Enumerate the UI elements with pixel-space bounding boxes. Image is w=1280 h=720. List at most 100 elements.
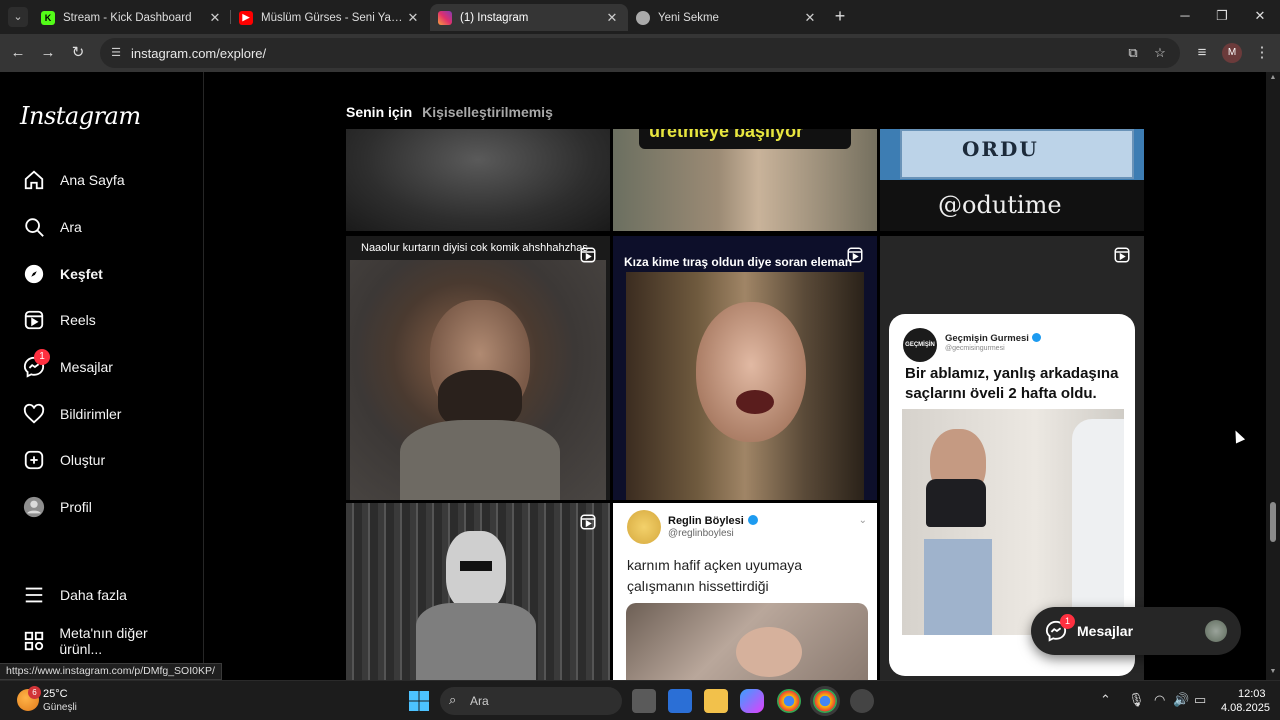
sidebar-item-more[interactable]: Daha fazla: [12, 575, 192, 615]
close-icon[interactable]: ✕: [405, 10, 421, 26]
microphone-icon[interactable]: 🎙: [1128, 692, 1145, 708]
sidebar-item-meta[interactable]: Meta'nın diğer ürünl...: [12, 621, 192, 661]
store-icon[interactable]: [668, 689, 692, 713]
tab-title: Yeni Sekme: [658, 11, 719, 24]
tab-new[interactable]: Yeni Sekme ✕: [628, 4, 826, 31]
task-view-icon[interactable]: [632, 689, 656, 713]
tab-search-button[interactable]: ⌄: [8, 7, 28, 27]
explore-post[interactable]: ORDU @odutime: [880, 129, 1144, 231]
explore-post[interactable]: [346, 129, 610, 231]
reels-icon: [16, 308, 52, 332]
heart-icon: [16, 402, 52, 426]
minimize-button[interactable]: ─: [1170, 6, 1200, 26]
reels-icon: [847, 247, 863, 263]
explore-main: Senin için Kişiselleştirilmemiş üretmeye…: [205, 72, 1266, 680]
address-bar[interactable]: ☰ instagram.com/explore/ ⧉ ☆: [100, 38, 1180, 68]
sidebar-item-label: Ana Sayfa: [60, 172, 125, 188]
explore-tabs: Senin için Kişiselleştirilmemiş: [346, 104, 553, 120]
instagram-logo[interactable]: Instagram: [20, 102, 141, 130]
messenger-icon: 1: [1045, 614, 1075, 642]
forward-button[interactable]: →: [38, 43, 58, 63]
overlay-caption: üretmeye başlıyor: [649, 129, 804, 141]
plus-square-icon: [16, 448, 52, 472]
volume-icon[interactable]: 🔊: [1173, 692, 1189, 708]
reload-button[interactable]: ↻: [68, 43, 88, 63]
windows-start-icon[interactable]: [407, 689, 431, 713]
sidebar-item-label: Keşfet: [60, 266, 103, 282]
sidebar-item-messages[interactable]: 1 Mesajlar: [12, 347, 192, 387]
chrome-icon: [636, 10, 650, 25]
close-window-button[interactable]: ✕: [1245, 6, 1275, 26]
scroll-up-icon[interactable]: ▲: [1269, 74, 1277, 81]
sidebar-item-reels[interactable]: Reels: [12, 300, 192, 340]
close-icon[interactable]: ✕: [604, 10, 620, 26]
verified-icon: [747, 515, 758, 525]
notification-badge: 1: [34, 349, 50, 365]
weather-badge: 6: [28, 686, 41, 699]
scroll-down-icon[interactable]: ▼: [1269, 668, 1277, 675]
sidebar-item-label: Meta'nın diğer ürünl...: [59, 625, 148, 657]
sidebar-item-label: Mesajlar: [60, 359, 113, 375]
messages-float-button[interactable]: 1 Mesajlar: [1031, 607, 1241, 655]
sidebar-item-notifications[interactable]: Bildirimler: [12, 394, 192, 434]
bookmark-star-icon[interactable]: ☆: [1151, 45, 1169, 61]
clock-date[interactable]: 4.08.2025: [1221, 702, 1270, 714]
install-app-icon[interactable]: ⧉: [1124, 45, 1142, 61]
menu-dots-icon[interactable]: ⋮: [1252, 43, 1272, 63]
new-tab-button[interactable]: +: [830, 7, 850, 27]
notification-badge: 1: [1060, 614, 1075, 629]
explore-reel[interactable]: [346, 503, 610, 680]
media-control-icon[interactable]: ≡: [1192, 43, 1212, 63]
youtube-icon: ▶: [239, 10, 253, 25]
search-placeholder: Ara: [470, 694, 489, 708]
tab-kick[interactable]: K Stream - Kick Dashboard ✕: [33, 4, 231, 31]
instagram-icon: [438, 10, 452, 25]
profile-avatar[interactable]: M: [1222, 43, 1242, 63]
page-scrollbar[interactable]: ▲ ▼: [1266, 72, 1280, 680]
account-avatar: GEÇMİŞİN GURMESİ: [903, 328, 937, 382]
tab-title: Stream - Kick Dashboard: [63, 11, 192, 24]
tab-strip: ⌄ K Stream - Kick Dashboard ✕ ▶ Müslüm G…: [0, 0, 1280, 34]
tab-for-you[interactable]: Senin için: [346, 104, 412, 120]
chrome-profile-icon[interactable]: [813, 689, 837, 713]
explore-post[interactable]: üretmeye başlıyor: [613, 129, 877, 231]
instagram-sidebar: Instagram Ana Sayfa Ara Keşfet Reels 1 M…: [0, 72, 204, 680]
url-text[interactable]: instagram.com/explore/: [131, 46, 266, 61]
reels-icon: [580, 247, 596, 263]
maximize-button[interactable]: ❐: [1207, 6, 1237, 26]
messages-label: Mesajlar: [1077, 623, 1134, 639]
explore-reel[interactable]: Naaolur kurtarın diyisi cok komik ahshha…: [346, 236, 610, 500]
home-icon: [16, 168, 52, 192]
copilot-icon[interactable]: [740, 689, 764, 713]
battery-icon[interactable]: ▭: [1194, 692, 1206, 708]
sidebar-item-label: Oluştur: [60, 452, 106, 468]
watermark-handle: @odutime: [938, 191, 1062, 219]
file-explorer-icon[interactable]: [704, 689, 728, 713]
explore-reel[interactable]: Kıza kime tıraş oldun diye soran eleman: [613, 236, 877, 500]
explore-post[interactable]: Reglin Böylesi @reglinboylesi ⌄ karnım h…: [613, 503, 877, 680]
tab-youtube[interactable]: ▶ Müslüm Gürses - Seni Yazdım ✕: [231, 4, 429, 31]
app-icon[interactable]: [850, 689, 874, 713]
scrollbar-thumb[interactable]: [1270, 502, 1276, 542]
close-icon[interactable]: ✕: [207, 10, 223, 26]
chrome-icon[interactable]: [777, 689, 801, 713]
tray-chevron-icon[interactable]: ⌃: [1100, 692, 1111, 708]
verified-icon: [1031, 333, 1041, 342]
wifi-icon[interactable]: ◠: [1154, 692, 1165, 708]
close-icon[interactable]: ✕: [802, 10, 818, 26]
tab-instagram[interactable]: (1) Instagram ✕: [430, 4, 628, 31]
messenger-icon: 1: [16, 349, 52, 379]
back-button[interactable]: ←: [8, 43, 28, 63]
sidebar-item-label: Ara: [60, 219, 82, 235]
sidebar-item-profile[interactable]: Profil: [12, 487, 192, 527]
sidebar-item-home[interactable]: Ana Sayfa: [12, 160, 192, 200]
tab-non-personalized[interactable]: Kişiselleştirilmemiş: [422, 104, 553, 120]
sidebar-item-explore[interactable]: Keşfet: [12, 254, 192, 294]
sidebar-item-create[interactable]: Oluştur: [12, 440, 192, 480]
taskbar-search[interactable]: ⌕ Ara: [440, 687, 622, 715]
reels-icon: [580, 514, 596, 530]
grid-icon: [16, 629, 51, 653]
sidebar-item-search[interactable]: Ara: [12, 207, 192, 247]
clock-time[interactable]: 12:03: [1238, 688, 1266, 700]
site-info-icon[interactable]: ☰: [108, 45, 124, 61]
